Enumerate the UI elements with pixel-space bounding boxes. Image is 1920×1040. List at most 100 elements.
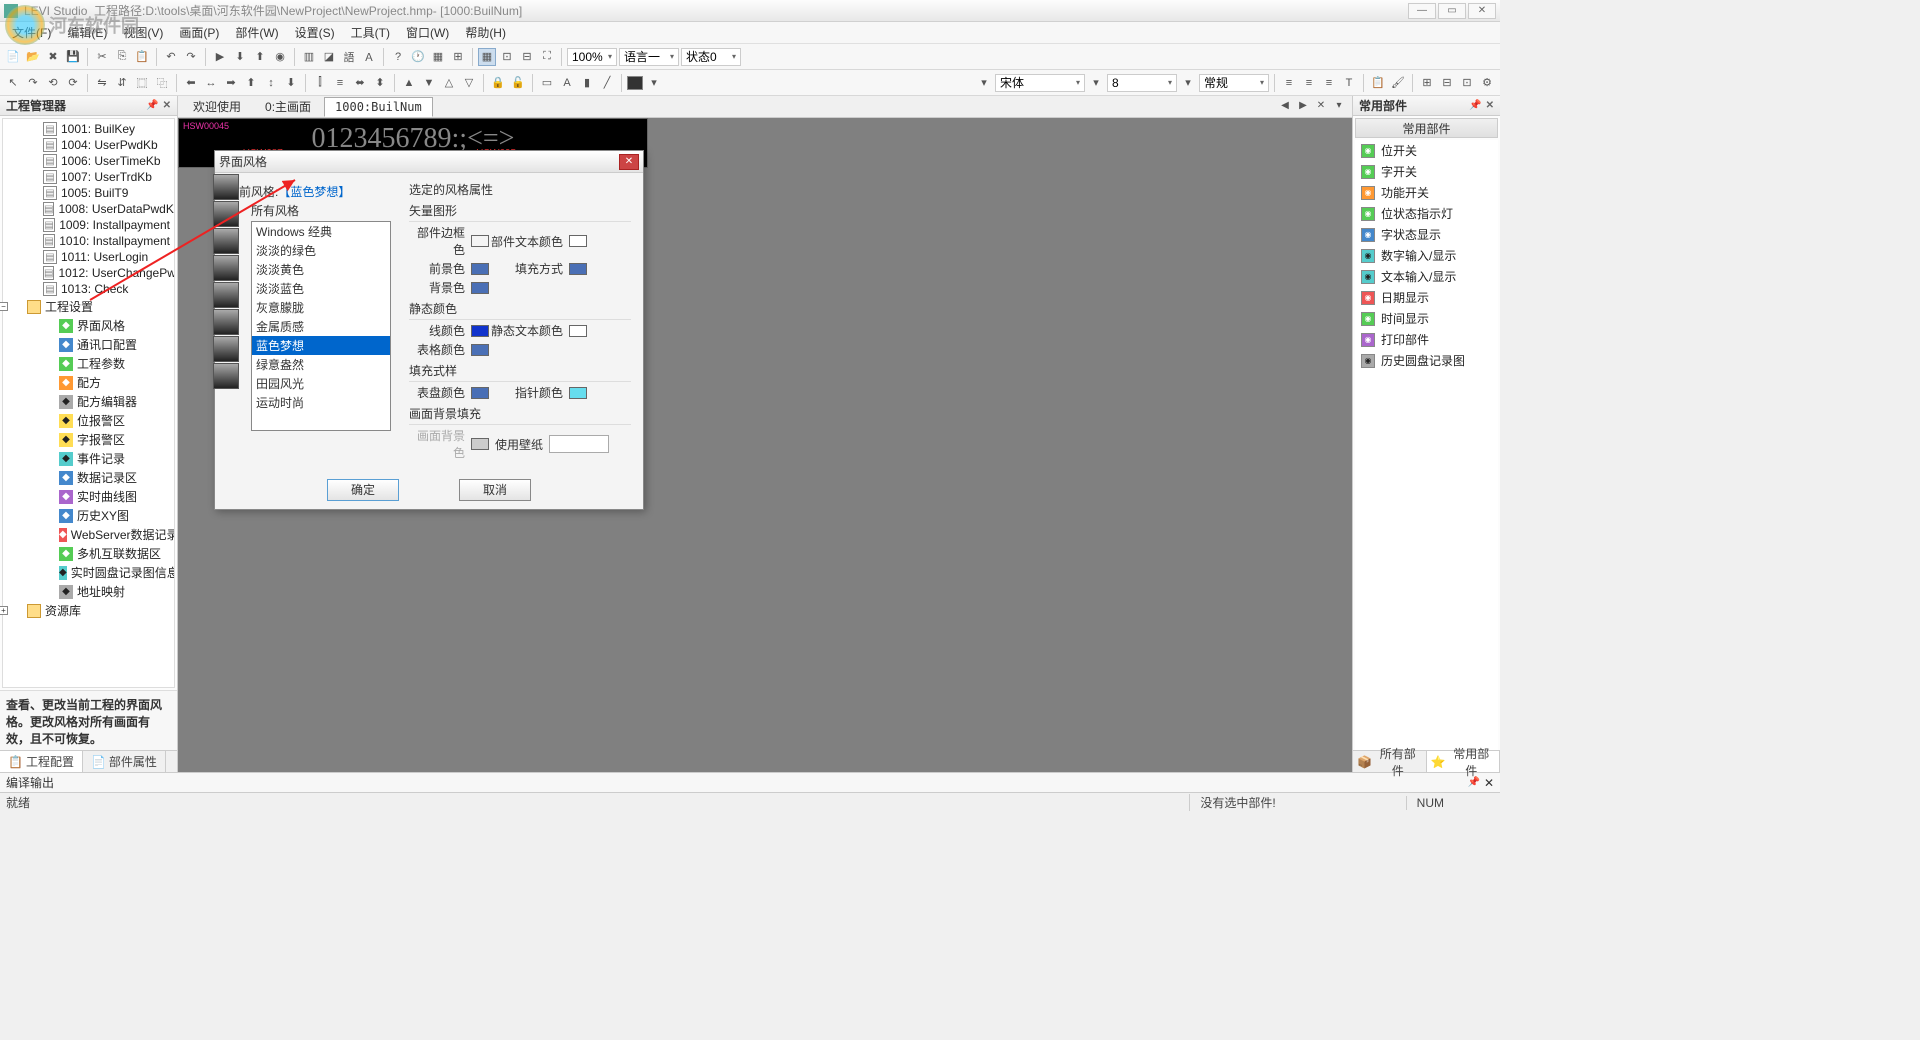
tree-page-item[interactable]: ▤1010: Installpayment (3, 233, 174, 249)
tab-main-screen[interactable]: 0:主画面 (254, 95, 322, 118)
tab-part-props[interactable]: 📄部件属性 (83, 751, 166, 772)
tab-builnum[interactable]: 1000:BuilNum (324, 97, 433, 117)
align-icon[interactable]: ⊡ (498, 48, 516, 66)
minimize-button[interactable]: — (1408, 3, 1436, 19)
paste-icon[interactable]: 📋 (133, 48, 151, 66)
menu-window[interactable]: 窗口(W) (398, 22, 457, 43)
part-item[interactable]: ◉字开关 (1355, 161, 1498, 182)
tree-page-item[interactable]: ▤1007: UserTrdKb (3, 169, 174, 185)
tree-setting-item[interactable]: ◆数据记录区 (3, 468, 174, 487)
bring-front-icon[interactable]: ▲ (400, 74, 418, 92)
style-option[interactable]: 淡淡的绿色 (252, 241, 390, 260)
settings2-icon[interactable]: ⚙ (1478, 74, 1496, 92)
pointer-color-swatch[interactable] (569, 387, 587, 399)
upload-icon[interactable]: ⬆ (251, 48, 269, 66)
clip-icon[interactable]: 📋 (1369, 74, 1387, 92)
font-icon[interactable]: Ａ (360, 48, 378, 66)
tab-all-parts[interactable]: 📦所有部件 (1353, 751, 1427, 772)
style-option[interactable]: 绿意盎然 (252, 355, 390, 374)
open-icon[interactable]: 📂 (24, 48, 42, 66)
parts-icon[interactable]: ◪ (320, 48, 338, 66)
grid3-icon[interactable]: ⊟ (1438, 74, 1456, 92)
style-option[interactable]: 淡淡黄色 (252, 260, 390, 279)
flip-v-icon[interactable]: ⇵ (113, 74, 131, 92)
preview-thumb[interactable] (213, 282, 239, 308)
size-dd-icon[interactable]: ▾ (1087, 74, 1105, 92)
style-option[interactable]: 田园风光 (252, 374, 390, 393)
rot-right-icon[interactable]: ⟳ (64, 74, 82, 92)
redo2-icon[interactable]: ↷ (24, 74, 42, 92)
brush-icon[interactable]: 🖌 (1389, 74, 1407, 92)
snap-icon[interactable]: ▦ (478, 48, 496, 66)
preview-thumb[interactable] (213, 309, 239, 335)
layer-up-icon[interactable]: △ (440, 74, 458, 92)
static-text-color-swatch[interactable] (569, 325, 587, 337)
dropdown-icon[interactable]: ▾ (645, 74, 663, 92)
dist-v-icon[interactable]: ≡ (331, 74, 349, 92)
preview-thumb[interactable] (213, 336, 239, 362)
panel-close-icon[interactable]: ✕ (163, 100, 171, 111)
send-back-icon[interactable]: ▼ (420, 74, 438, 92)
tree-setting-item[interactable]: ◆事件记录 (3, 449, 174, 468)
align-right-icon[interactable]: ➡ (222, 74, 240, 92)
tree-page-item[interactable]: ▤1012: UserChangePwd (3, 265, 174, 281)
menu-settings[interactable]: 设置(S) (287, 22, 343, 43)
menu-help[interactable]: 帮助(H) (457, 22, 514, 43)
align-bottom-icon[interactable]: ⬇ (282, 74, 300, 92)
tree-setting-item[interactable]: ◆配方编辑器 (3, 392, 174, 411)
menu-tools[interactable]: 工具(T) (343, 22, 398, 43)
ungroup-icon[interactable]: ⿻ (153, 74, 171, 92)
tree-setting-item[interactable]: ◆配方 (3, 373, 174, 392)
font-combo[interactable]: 宋体 (995, 74, 1085, 92)
restore-button[interactable]: ▭ (1438, 3, 1466, 19)
wallpaper-box[interactable] (549, 435, 609, 453)
table-color-swatch[interactable] (471, 344, 489, 356)
cancel-button[interactable]: 取消 (459, 479, 531, 501)
preview-thumb[interactable] (213, 363, 239, 389)
dist-h-icon[interactable]: ⫿ (311, 74, 329, 92)
tab-common-parts[interactable]: ⭐常用部件 (1427, 751, 1501, 772)
tab-prev-icon[interactable]: ◀ (1278, 100, 1292, 114)
fontsize-combo[interactable]: 8 (1107, 74, 1177, 92)
tree-setting-item[interactable]: ◆实时曲线图 (3, 487, 174, 506)
dialog-titlebar[interactable]: 界面风格 ✕ (215, 151, 643, 173)
unlock-icon[interactable]: 🔓 (509, 74, 527, 92)
tree-page-item[interactable]: ▤1005: BuilT9 (3, 185, 174, 201)
tree-setting-item[interactable]: ◆通讯口配置 (3, 335, 174, 354)
part-item[interactable]: ◉位开关 (1355, 140, 1498, 161)
bg-color-swatch[interactable] (471, 282, 489, 294)
grid4-icon[interactable]: ⊡ (1458, 74, 1476, 92)
part-item[interactable]: ◉位状态指示灯 (1355, 203, 1498, 224)
txt-color-icon[interactable]: T (1340, 74, 1358, 92)
align-left-icon[interactable]: ⬅ (182, 74, 200, 92)
same-w-icon[interactable]: ⬌ (351, 74, 369, 92)
group-icon[interactable]: ⿴ (133, 74, 151, 92)
tree-setting-item[interactable]: ◆历史XY图 (3, 506, 174, 525)
undo-icon[interactable]: ↶ (162, 48, 180, 66)
tab-welcome[interactable]: 欢迎使用 (182, 95, 252, 118)
text-color-swatch[interactable] (569, 235, 587, 247)
part-item[interactable]: ◉时间显示 (1355, 308, 1498, 329)
align-top-icon[interactable]: ⬆ (242, 74, 260, 92)
fill-mode-swatch[interactable] (569, 263, 587, 275)
download-icon[interactable]: ⬇ (231, 48, 249, 66)
part-item[interactable]: ◉打印部件 (1355, 329, 1498, 350)
clock-icon[interactable]: 🕐 (409, 48, 427, 66)
text-icon[interactable]: A (558, 74, 576, 92)
border-color-swatch[interactable] (471, 235, 489, 247)
tree-page-item[interactable]: ▤1008: UserDataPwdKb (3, 201, 174, 217)
tree-page-item[interactable]: ▤1004: UserPwdKb (3, 137, 174, 153)
fill-icon[interactable]: ▮ (578, 74, 596, 92)
pin-icon[interactable]: 📌 (1469, 100, 1481, 111)
fg-color-swatch[interactable] (471, 263, 489, 275)
style-option[interactable]: 运动时尚 (252, 393, 390, 412)
line-color-swatch[interactable] (471, 325, 489, 337)
grid-icon[interactable]: ▦ (429, 48, 447, 66)
preview-thumb[interactable] (213, 228, 239, 254)
save-icon[interactable]: 💾 (64, 48, 82, 66)
tree-setting-item[interactable]: ◆界面风格 (3, 316, 174, 335)
tree-page-item[interactable]: ▤1001: BuilKey (3, 121, 174, 137)
close-button[interactable]: ✕ (1468, 3, 1496, 19)
font-dd-icon[interactable]: ▾ (975, 74, 993, 92)
status-combo[interactable]: 状态0 (681, 48, 741, 66)
